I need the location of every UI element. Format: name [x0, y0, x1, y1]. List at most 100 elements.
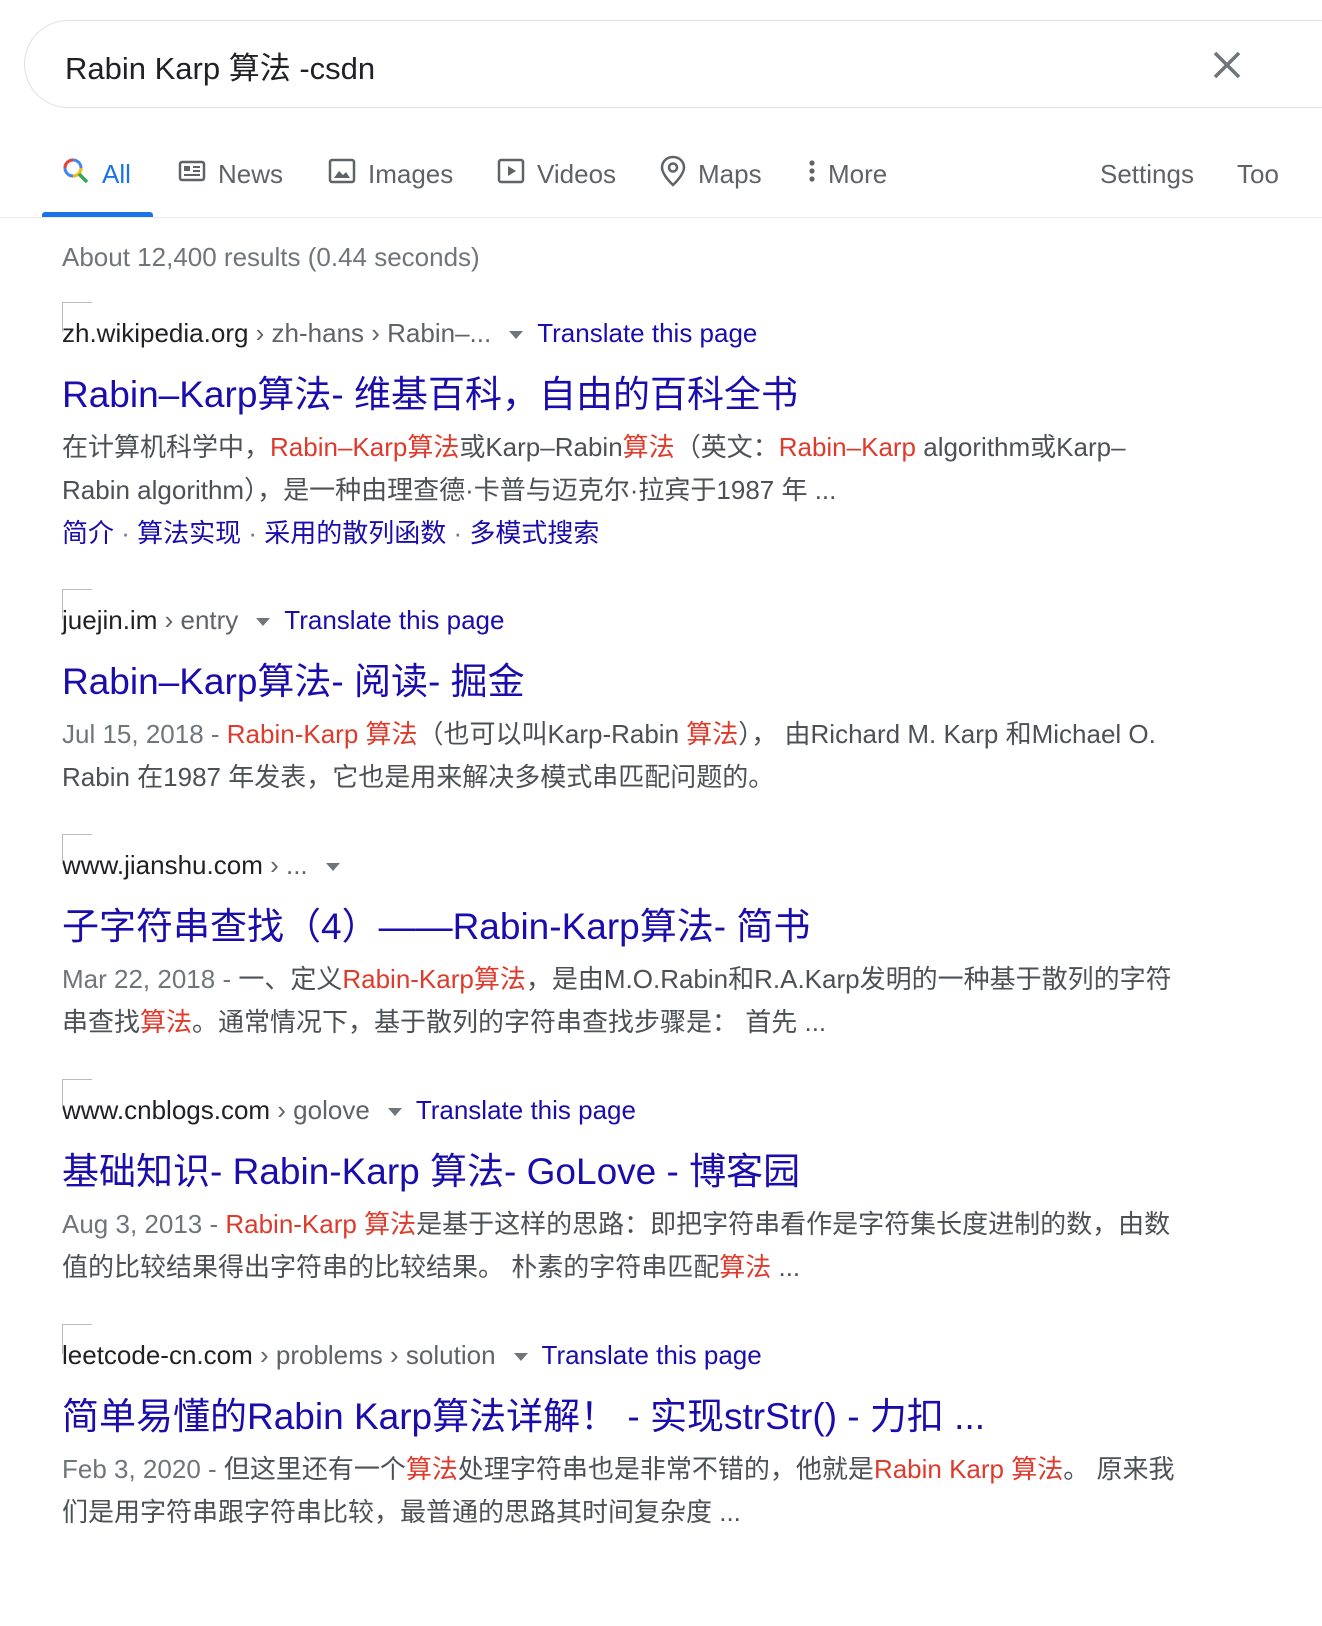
tab-maps[interactable]: Maps [660, 154, 762, 194]
tab-label: Too [1237, 158, 1279, 189]
sitelink[interactable]: 多模式搜索 [469, 518, 599, 548]
snippet-text: algorithm或Karp– [916, 432, 1126, 462]
sitelinks: 简介 · 算法实现 · 采用的散列函数 · 多模式搜索 [62, 512, 1262, 555]
result-title[interactable]: 子字符串查找（4）——Rabin-Karp算法- 简书 [62, 904, 1262, 950]
result-breadcrumb: › entry [157, 605, 239, 635]
snippet-line-2: 串查找算法。通常情况下，基于散列的字符串查找步骤是： 首先 ... [62, 1001, 1262, 1044]
snippet-text: 在计算机科学中， [62, 432, 271, 462]
snippet-line-1: Feb 3, 2020 - 但这里还有一个算法处理字符串也是非常不错的，他就是R… [62, 1448, 1262, 1491]
result-breadcrumb: › problems › solution [252, 1340, 496, 1370]
result-menu-caret-icon[interactable] [513, 1353, 528, 1362]
result-domain[interactable]: www.jianshu.com [62, 850, 263, 880]
sitelink[interactable]: 简介 [62, 518, 114, 548]
snippet-line-1: Aug 3, 2013 - Rabin-Karp 算法是基于这样的思路：即把字符… [62, 1203, 1262, 1246]
snippet-line-1: Mar 22, 2018 - 一、定义Rabin-Karp算法，是由M.O.Ra… [62, 958, 1262, 1001]
tab-videos[interactable]: Videos [497, 154, 616, 194]
result-title[interactable]: 基础知识- Rabin-Karp 算法- GoLove - 博客园 [62, 1149, 1262, 1195]
snippet-text: 或Karp–Rabin [459, 432, 623, 462]
snippet-text: 值的比较结果得出字符串的比较结果。 朴素的字符串匹配 [62, 1252, 720, 1282]
result-date: Jul 15, 2018 [62, 719, 204, 749]
result-snippet: Jul 15, 2018 - Rabin-Karp 算法（也可以叫Karp-Ra… [62, 713, 1262, 799]
result-menu-caret-icon[interactable] [509, 331, 524, 340]
snippet-highlight: 算法 [622, 432, 675, 462]
translate-link[interactable]: Translate this page [284, 605, 504, 635]
snippet-text: Rabin algorithm），是一种由理查德·卡普与迈克尔·拉宾于1987 … [62, 475, 837, 505]
result-citation: juejin.im › entry Translate this page [62, 589, 1262, 637]
sitelink[interactable]: 采用的散列函数 [264, 518, 446, 548]
result-title[interactable]: 简单易懂的Rabin Karp算法详解！ - 实现strStr() - 力扣 .… [62, 1394, 1262, 1440]
tab-tools[interactable]: Too [1237, 154, 1279, 194]
snippet-text: 。 原来我 [1063, 1454, 1175, 1484]
tab-label: Images [368, 158, 454, 189]
tab-all[interactable]: All [62, 154, 131, 194]
search-input[interactable] [65, 21, 1165, 109]
search-result: leetcode-cn.com › problems › solution Tra… [62, 1324, 1262, 1534]
date-separator: - [215, 964, 239, 994]
result-menu-caret-icon[interactable] [256, 618, 271, 627]
tab-label: All [102, 158, 131, 189]
clear-search-button[interactable] [1205, 43, 1249, 87]
tab-news[interactable]: News [178, 154, 283, 194]
snippet-text: （英文： [674, 432, 779, 462]
tab-label: Maps [698, 158, 762, 189]
result-title[interactable]: Rabin–Karp算法- 维基百科，自由的百科全书 [62, 372, 1262, 418]
translate-link[interactable]: Translate this page [542, 1340, 762, 1370]
result-breadcrumb: › golove [270, 1095, 370, 1125]
snippet-text: 处理字符串也是非常不错的，他就是 [457, 1454, 874, 1484]
result-snippet: Mar 22, 2018 - 一、定义Rabin-Karp算法，是由M.O.Ra… [62, 958, 1262, 1044]
snippet-line-2: 们是用字符串跟字符串比较，最普通的思路其时间复杂度 ... [62, 1491, 1262, 1534]
tab-label: Videos [537, 158, 617, 189]
video-icon [497, 157, 525, 192]
tab-images[interactable]: Images [328, 154, 453, 194]
result-citation: www.jianshu.com › ... [62, 834, 1262, 882]
favicon-placeholder [62, 302, 92, 332]
close-icon [1213, 51, 1241, 79]
snippet-line-2: 值的比较结果得出字符串的比较结果。 朴素的字符串匹配算法 ... [62, 1246, 1262, 1289]
snippet-text: ... [771, 1252, 801, 1282]
result-stats: About 12,400 results (0.44 seconds) [62, 242, 480, 272]
result-domain[interactable]: www.cnblogs.com [62, 1095, 270, 1125]
snippet-highlight: 算法 [719, 1252, 772, 1282]
search-result: juejin.im › entry Translate this page Rabi… [62, 589, 1262, 799]
date-separator: - [202, 1209, 226, 1239]
snippet-highlight: Rabin-Karp 算法 [225, 1209, 417, 1239]
date-separator: - [203, 719, 227, 749]
news-icon [178, 157, 206, 192]
snippet-text: ，是由M.O.Rabin和R.A.Karp发明的一种基于散列的字符 [525, 964, 1172, 994]
snippet-line-2: Rabin algorithm），是一种由理查德·卡普与迈克尔·拉宾于1987 … [62, 469, 1262, 512]
result-citation: zh.wikipedia.org › zh-hans › Rabin–... Tr… [62, 302, 1262, 350]
search-box[interactable] [24, 20, 1322, 109]
snippet-text: （也可以叫Karp-Rabin [417, 719, 687, 749]
result-title[interactable]: Rabin–Karp算法- 阅读- 掘金 [62, 659, 1262, 705]
sitelink[interactable]: 算法实现 [137, 518, 241, 548]
search-result: zh.wikipedia.org › zh-hans › Rabin–... Tr… [62, 302, 1262, 555]
map-pin-icon [660, 155, 686, 194]
date-separator: - [200, 1454, 224, 1484]
snippet-line-2: Rabin 在1987 年发表，它也是用来解决多模式串匹配问题的。 [62, 756, 1262, 799]
snippet-text: 串查找 [62, 1007, 141, 1037]
favicon-placeholder [62, 589, 92, 619]
result-snippet: 在计算机科学中，Rabin–Karp算法或Karp–Rabin算法（英文： Rab… [62, 426, 1262, 512]
result-menu-caret-icon[interactable] [387, 1108, 402, 1117]
result-date: Feb 3, 2020 [62, 1454, 201, 1484]
snippet-highlight: Rabin–Karp算法 [270, 432, 460, 462]
snippet-text: ）， 由Richard M. Karp 和Michael O. [738, 719, 1156, 749]
tab-more[interactable]: More [806, 154, 887, 194]
tab-label: Settings [1100, 158, 1194, 189]
image-icon [328, 157, 356, 192]
snippet-text: 们是用字符串跟字符串比较，最普通的思路其时间复杂度 ... [62, 1497, 741, 1527]
tab-settings[interactable]: Settings [1100, 154, 1194, 194]
translate-link[interactable]: Translate this page [537, 318, 757, 348]
snippet-text: 一、定义 [238, 964, 343, 994]
translate-link[interactable]: Translate this page [416, 1095, 636, 1125]
result-menu-caret-icon[interactable] [325, 863, 340, 872]
search-result: www.jianshu.com › ... 子字符串查找（4）——Rabin-Ka… [62, 834, 1262, 1044]
snippet-highlight: Rabin-Karp算法 [342, 964, 526, 994]
result-snippet: Aug 3, 2013 - Rabin-Karp 算法是基于这样的思路：即把字符… [62, 1203, 1262, 1289]
snippet-text: Rabin 在1987 年发表，它也是用来解决多模式串匹配问题的。 [62, 762, 775, 792]
favicon-placeholder [62, 1324, 92, 1354]
sitelink-separator: · [446, 518, 470, 548]
snippet-text: 但这里还有一个 [223, 1454, 406, 1484]
result-date: Mar 22, 2018 [62, 964, 216, 994]
tab-label: News [218, 158, 284, 189]
